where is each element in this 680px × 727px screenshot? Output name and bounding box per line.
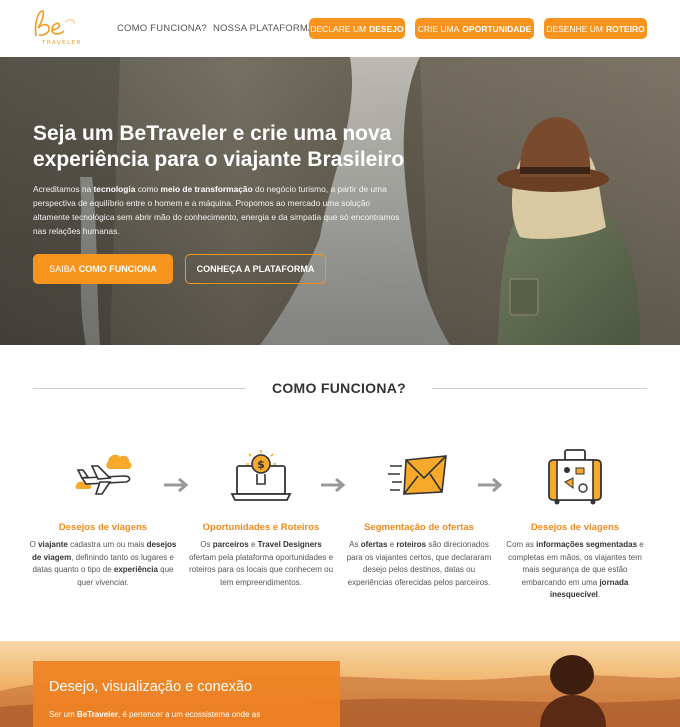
hero-text-bold: tecnologia <box>93 184 136 194</box>
logo-text: TRAVELER <box>42 40 82 46</box>
como-funciona-header: COMO FUNCIONA? <box>0 377 680 397</box>
step-title: Desejos de viagens <box>530 522 620 533</box>
step-text: Os parceiros e Travel Designers ofertam … <box>186 539 336 589</box>
hero-text-bold: meio de transformação <box>160 184 253 194</box>
step-text: As ofertas e roteiros são direcionados p… <box>344 539 494 589</box>
airplane-cloud-icon <box>75 454 132 495</box>
feature-text: , é pertencer a um ecossistema onde as <box>117 710 261 719</box>
step-text-part: cadastra um ou mais <box>67 540 147 549</box>
hero-paragraph: Acreditamos na tecnologia como meio de t… <box>33 182 403 238</box>
saiba-como-funciona-button[interactable]: SAIBA COMO FUNCIONA <box>33 254 173 284</box>
divider <box>432 388 647 389</box>
step-title: Desejos de viagens <box>58 522 148 533</box>
desenhe-roteiro-button[interactable]: DESENHE UM ROTEIRO <box>544 18 647 39</box>
arrow-right-icon <box>321 478 346 492</box>
step-text-bold: Travel Designers <box>257 540 322 549</box>
step-text-part: As <box>349 540 361 549</box>
step-text-bold: parceiros <box>212 540 249 549</box>
hero-title: Seja um BeTraveler e crie uma nova exper… <box>33 121 473 173</box>
step-text-part: e <box>248 540 258 549</box>
button-label-bold: OPORTUNIDADE <box>462 23 532 34</box>
crie-oportunidade-button[interactable]: CRIE UMA OPORTUNIDADE <box>415 18 534 39</box>
divider <box>33 388 246 389</box>
betraveler-logo[interactable]: TRAVELER <box>30 8 80 48</box>
button-label-bold: COMO FUNCIONA <box>78 264 157 274</box>
step-text-part: Os <box>200 540 213 549</box>
feature-text-bold: BeTraveler <box>77 710 118 719</box>
step-text-part: . <box>597 590 601 600</box>
top-navbar: TRAVELER COMO FUNCIONA? NOSSA PLATAFORMA… <box>0 0 680 57</box>
bottom-banner: Desejo, visualização e conexão Ser um Be… <box>0 641 680 727</box>
feature-text: Ser um <box>49 710 78 719</box>
button-label: SAIBA <box>49 264 76 274</box>
step-text-bold: roteiros <box>396 540 427 549</box>
button-label-bold: ROTEIRO <box>605 23 645 34</box>
feature-card-text: Ser um BeTraveler, é pertencer a um ecos… <box>49 710 260 719</box>
step-title: Segmentação de ofertas <box>364 522 474 533</box>
arrow-right-icon <box>164 478 189 492</box>
step-text-bold: experiência <box>113 565 158 575</box>
step-text: Com as informações segmentadas e complet… <box>500 539 650 602</box>
declare-desejo-button[interactable]: DECLARE UM DESEJO <box>309 18 405 39</box>
hero-title-line: experiência para o viajante Brasileiro <box>33 148 405 171</box>
button-label: DECLARE UM <box>310 23 367 34</box>
button-label: CRIE UMA <box>417 23 460 34</box>
step-text-part: ofertam pela plataforma oportunidades e … <box>188 552 334 587</box>
section-title: COMO FUNCIONA? <box>271 380 407 396</box>
arrow-right-icon <box>478 478 503 492</box>
nav-link-como-funciona[interactable]: COMO FUNCIONA? <box>117 23 207 34</box>
conheca-plataforma-button[interactable]: CONHEÇA A PLATAFORMA <box>185 254 326 284</box>
step-text-bold: ofertas <box>360 540 388 549</box>
svg-text:$: $ <box>257 458 265 471</box>
step-text-bold: viajante <box>38 540 68 549</box>
button-label: DESENHE UM <box>546 23 603 34</box>
hero-title-line: Seja um BeTraveler e crie uma nova <box>33 122 392 145</box>
hero-banner: Seja um BeTraveler e crie uma nova exper… <box>0 57 680 345</box>
hero-text: Acreditamos na <box>33 184 94 194</box>
step-text-part: O <box>29 540 39 549</box>
step-text-bold: informações segmentadas <box>536 540 638 549</box>
envelope-send-icon <box>388 455 447 495</box>
logo-mark-icon <box>34 10 75 37</box>
step-title: Oportunidades e Roteiros <box>202 522 320 533</box>
feature-card-title: Desejo, visualização e conexão <box>49 679 253 695</box>
step-text-part: Com as <box>506 540 537 549</box>
step-text-part: e <box>387 540 397 549</box>
button-label-bold: DESEJO <box>369 23 404 34</box>
nav-link-nossa-plataforma[interactable]: NOSSA PLATAFORMA <box>213 23 315 34</box>
laptop-money-icon: $ <box>230 450 292 501</box>
suitcase-icon <box>548 449 602 505</box>
hero-text: como <box>135 184 161 194</box>
step-text: O viajante cadastra um ou mais desejos d… <box>28 539 178 589</box>
feature-card: Desejo, visualização e conexão Ser um Be… <box>33 661 340 727</box>
